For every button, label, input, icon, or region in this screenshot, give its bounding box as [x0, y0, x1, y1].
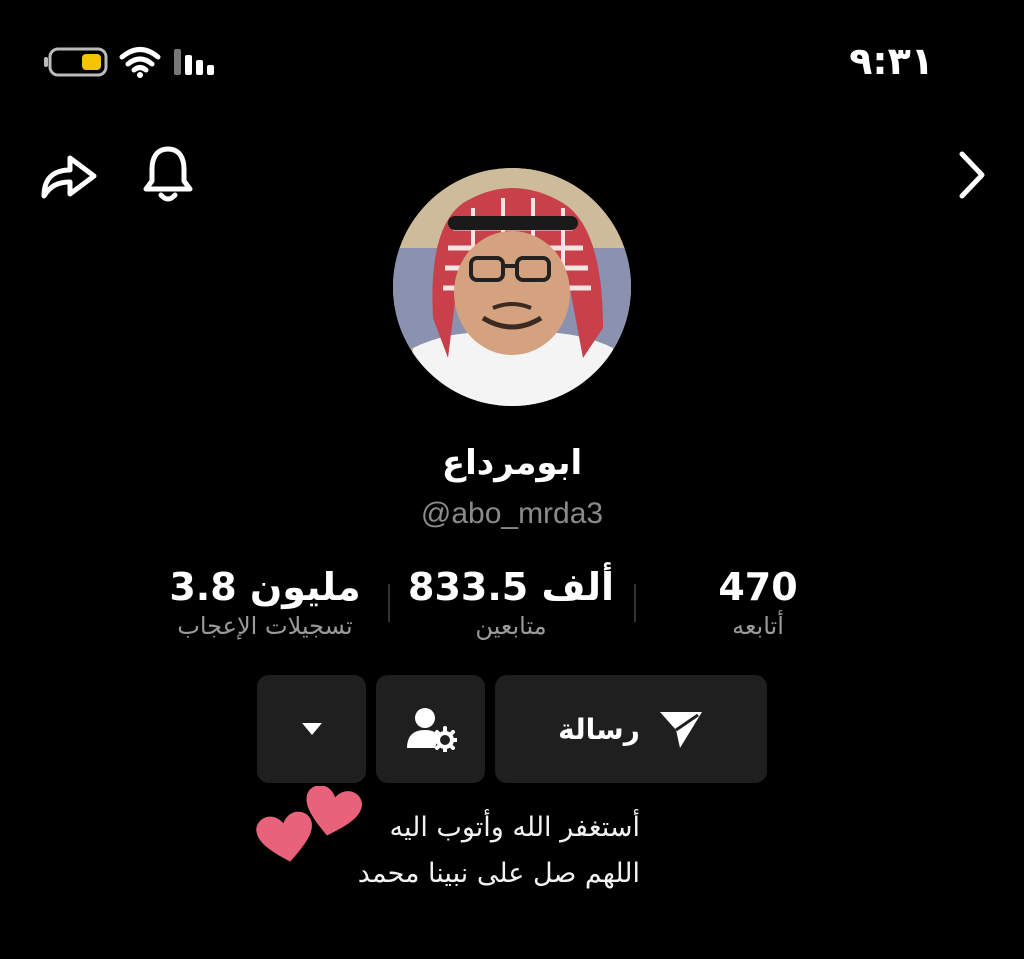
- bio-line-1: أستغفر الله وأتوب اليه: [389, 812, 640, 843]
- bell-icon[interactable]: [138, 143, 198, 205]
- stat-following-label: أتابعه: [732, 612, 784, 640]
- battery-icon: [44, 47, 110, 77]
- user-settings-icon: [406, 708, 457, 752]
- profile-handle: @abo_mrda3: [420, 497, 604, 530]
- message-button-label: رسالة: [558, 712, 640, 746]
- stat-likes-label: تسجيلات الإعجاب: [177, 612, 353, 640]
- message-button[interactable]: رسالة: [495, 675, 767, 783]
- stat-following[interactable]: 470 أتابعه: [688, 564, 828, 642]
- stat-divider: [634, 584, 636, 622]
- status-time: ٩:٣١: [849, 39, 934, 83]
- stat-following-value: 470: [718, 565, 798, 609]
- signal-icon: [172, 47, 220, 77]
- share-icon[interactable]: [38, 146, 100, 204]
- profile-display-name: ابومرداع: [441, 443, 583, 483]
- stat-likes[interactable]: 3.8 مليون تسجيلات الإعجاب: [150, 564, 380, 642]
- stat-followers-label: متابعين: [475, 612, 547, 640]
- avatar[interactable]: [393, 168, 631, 406]
- stat-divider: [388, 584, 390, 622]
- bio-line-2: اللهم صل على نبينا محمد: [357, 858, 640, 889]
- wifi-icon: [118, 46, 162, 78]
- chevron-right-icon[interactable]: [952, 148, 992, 202]
- stat-followers-value: 833.5 ألف: [408, 565, 614, 609]
- caret-down-icon: [301, 723, 322, 735]
- stat-followers[interactable]: 833.5 ألف متابعين: [400, 564, 622, 642]
- dropdown-button[interactable]: [257, 675, 366, 783]
- send-icon: [659, 712, 702, 748]
- stat-likes-value: 3.8 مليون: [169, 565, 361, 609]
- user-settings-button[interactable]: [376, 675, 485, 783]
